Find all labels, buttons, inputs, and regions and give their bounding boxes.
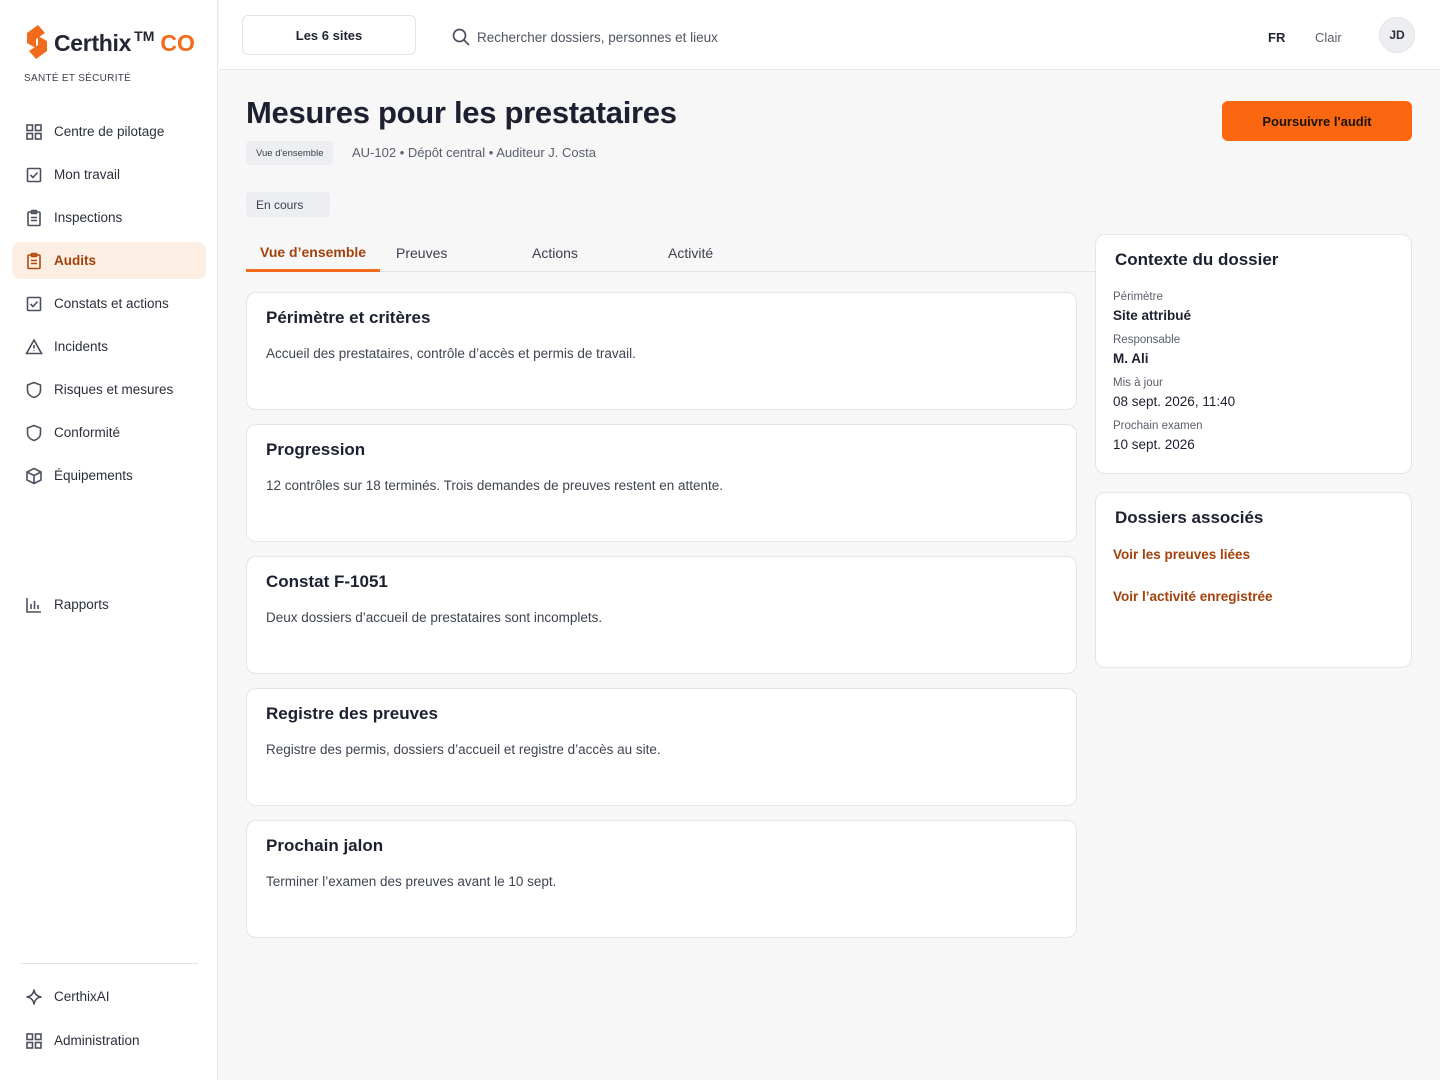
sidebar-item-label: Risques et mesures <box>54 382 174 397</box>
card-text: Deux dossiers d’accueil de prestataires … <box>266 610 603 625</box>
sidebar-item-label: Mon travail <box>54 167 121 182</box>
sidebar-item-label: Inspections <box>54 210 123 225</box>
sidebar-item-label: Rapports <box>54 597 109 612</box>
sidebar-divider <box>20 963 198 964</box>
sidebar-item-constats-et-actions[interactable]: Constats et actions <box>12 285 206 322</box>
panel-title: Contexte du dossier <box>1115 250 1279 269</box>
tab-overview[interactable]: Vue d’ensemble <box>246 234 381 272</box>
related-records-panel: Dossiers associés Voir les preuves liées… <box>1095 492 1412 668</box>
sidebar-item-centre-de-pilotage[interactable]: Centre de pilotage <box>12 113 206 150</box>
sidebar-item-label: CerthixAI <box>54 989 110 1004</box>
search-icon <box>452 28 470 46</box>
checkbox-icon <box>24 294 44 314</box>
brand[interactable]: Certhix TM CO <box>24 24 195 60</box>
sidebar-item-label: Audits <box>54 253 96 268</box>
card-progress: Progression 12 contrôles sur 18 terminés… <box>246 424 1077 542</box>
card-evidence-register: Registre des preuves Registre des permis… <box>246 688 1077 806</box>
sidebar-item-mon-travail[interactable]: Mon travail <box>12 156 206 193</box>
sparkle-icon <box>24 987 44 1007</box>
brand-subtitle: SANTÉ ET SÉCURITÉ <box>24 73 132 84</box>
search-input[interactable] <box>477 24 877 50</box>
record-meta: AU-102 • Dépôt central • Auditeur J. Cos… <box>352 145 596 160</box>
card-scope: Périmètre et critères Accueil des presta… <box>246 292 1077 410</box>
brand-trademark: TM <box>134 28 155 44</box>
sidebar-item-risques-et-mesures[interactable]: Risques et mesures <box>12 371 206 408</box>
grid-icon <box>24 1031 44 1051</box>
card-title: Prochain jalon <box>266 836 384 855</box>
card-finding: Constat F-1051 Deux dossiers d’accueil d… <box>246 556 1077 674</box>
overview-chip: Vue d'ensemble <box>246 141 334 165</box>
field-value: M. Ali <box>1113 351 1149 366</box>
clipboard-icon <box>24 208 44 228</box>
box-icon <box>24 466 44 486</box>
grid-icon <box>24 122 44 142</box>
field-value: 08 sept. 2026, 11:40 <box>1113 394 1236 409</box>
sidebar-item-label: Centre de pilotage <box>54 124 165 139</box>
card-title: Périmètre et critères <box>266 308 431 327</box>
sidebar-item-label: Incidents <box>54 339 109 354</box>
sidebar-item-label: Conformité <box>54 425 121 440</box>
card-text: Accueil des prestataires, contrôle d’acc… <box>266 346 636 361</box>
card-title: Registre des preuves <box>266 704 438 723</box>
sidebar-item-inspections[interactable]: Inspections <box>12 199 206 236</box>
page-title: Mesures pour les prestataires <box>246 95 677 130</box>
shield-icon <box>24 380 44 400</box>
site-selector-button[interactable]: Les 6 sites <box>242 15 416 55</box>
sidebar: Certhix TM CO SANTÉ ET SÉCURITÉ Centre d… <box>0 0 218 1080</box>
bar-chart-icon <box>24 595 44 615</box>
panel-title: Dossiers associés <box>1115 508 1264 527</box>
card-text: Registre des permis, dossiers d’accueil … <box>266 742 661 757</box>
sidebar-item-audits[interactable]: Audits <box>12 242 206 279</box>
card-text: Terminer l’examen des preuves avant le 1… <box>266 874 557 889</box>
field-value: Site attribué <box>1113 308 1192 323</box>
avatar[interactable]: JD <box>1379 17 1415 53</box>
sidebar-item-conformite[interactable]: Conformité <box>12 414 206 451</box>
card-title: Constat F-1051 <box>266 572 388 591</box>
link-recorded-activity[interactable]: Voir l’activité enregistrée <box>1113 589 1273 604</box>
sidebar-item-label: Constats et actions <box>54 296 169 311</box>
continue-audit-button[interactable]: Poursuivre l'audit <box>1222 101 1412 141</box>
link-related-evidence[interactable]: Voir les preuves liées <box>1113 547 1250 562</box>
brand-name: Certhix <box>54 30 132 56</box>
status-badge: En cours <box>246 192 330 217</box>
sidebar-item-incidents[interactable]: Incidents <box>12 328 206 365</box>
app-root: Certhix TM CO SANTÉ ET SÉCURITÉ Centre d… <box>0 0 1440 1080</box>
tab-activity[interactable]: Activité <box>668 234 713 271</box>
clipboard-icon <box>24 251 44 271</box>
brand-suffix: CO <box>160 30 195 56</box>
card-title: Progression <box>266 440 366 459</box>
checkbox-icon <box>24 165 44 185</box>
topbar: Les 6 sites FR Clair JD <box>219 0 1440 70</box>
certhix-logo-icon <box>27 25 47 59</box>
card-text: 12 contrôles sur 18 terminés. Trois dema… <box>266 478 724 493</box>
language-toggle[interactable]: FR <box>1268 30 1285 45</box>
tab-actions[interactable]: Actions <box>532 234 578 271</box>
sidebar-item-certhixai[interactable]: CerthixAI <box>12 978 206 1015</box>
sidebar-item-label: Administration <box>54 1033 140 1048</box>
theme-toggle[interactable]: Clair <box>1315 30 1342 45</box>
field-label: Périmètre <box>1113 291 1163 303</box>
field-label: Responsable <box>1113 334 1181 346</box>
sidebar-item-label: Équipements <box>54 468 133 483</box>
context-panel: Contexte du dossier Périmètre Site attri… <box>1095 234 1412 474</box>
field-label: Prochain examen <box>1113 420 1203 432</box>
field-label: Mis à jour <box>1113 377 1163 389</box>
warning-icon <box>24 337 44 357</box>
sidebar-item-rapports[interactable]: Rapports <box>12 586 206 623</box>
shield-icon <box>24 423 44 443</box>
field-value: 10 sept. 2026 <box>1113 437 1195 452</box>
card-next-milestone: Prochain jalon Terminer l’examen des pre… <box>246 820 1077 938</box>
tab-evidence[interactable]: Preuves <box>396 234 447 271</box>
tab-bar: Vue d’ensemble Preuves Actions Activité <box>246 234 1095 272</box>
sidebar-item-equipements[interactable]: Équipements <box>12 457 206 494</box>
sidebar-item-administration[interactable]: Administration <box>12 1022 206 1059</box>
